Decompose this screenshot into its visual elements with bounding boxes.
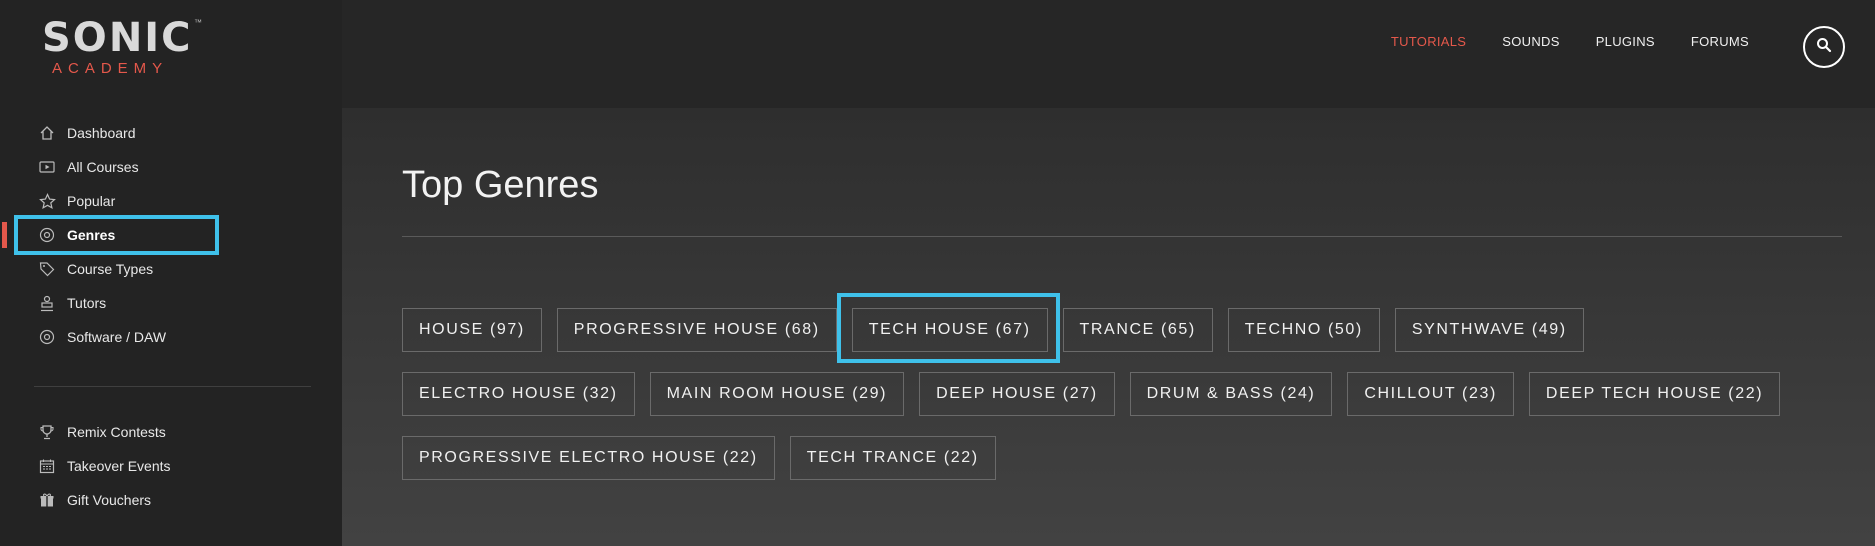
sidebar-item-dashboard[interactable]: Dashboard bbox=[0, 116, 342, 150]
sidebar-item-popular[interactable]: Popular bbox=[0, 184, 342, 218]
sidebar-item-label: Gift Vouchers bbox=[67, 492, 152, 508]
nav-forums[interactable]: FORUMS bbox=[1691, 34, 1749, 49]
genre-tag-tech-house[interactable]: TECH HOUSE (67) bbox=[836, 293, 1060, 363]
nav-plugins[interactable]: PLUGINS bbox=[1596, 34, 1655, 49]
genre-row: ELECTRO HOUSE (32) MAIN ROOM HOUSE (29) … bbox=[402, 372, 1852, 416]
genre-tag-trance[interactable]: TRANCE (65) bbox=[1062, 308, 1213, 352]
sidebar-item-label: All Courses bbox=[67, 159, 139, 175]
title-divider bbox=[402, 236, 1842, 237]
sidebar-item-label: Popular bbox=[67, 193, 116, 209]
genre-tag-drum-and-bass[interactable]: DRUM & BASS (24) bbox=[1129, 372, 1333, 416]
genre-tag-synthwave[interactable]: SYNTHWAVE (49) bbox=[1394, 308, 1584, 352]
top-nav: TUTORIALS SOUNDS PLUGINS FORUMS bbox=[1355, 34, 1749, 49]
sidebar-item-all-courses[interactable]: All Courses bbox=[0, 150, 342, 184]
sidebar-item-tutors[interactable]: Tutors bbox=[0, 286, 342, 320]
sidebar-divider bbox=[34, 386, 311, 387]
sidebar-item-takeover-events[interactable]: Takeover Events bbox=[0, 449, 342, 483]
sidebar-item-label: Software / DAW bbox=[67, 329, 167, 345]
logo-sub-text: ACADEMY bbox=[52, 60, 169, 77]
genre-tag-progressive-house[interactable]: PROGRESSIVE HOUSE (68) bbox=[556, 308, 837, 352]
sidebar-item-software-daw[interactable]: Software / DAW bbox=[0, 320, 342, 354]
calendar-icon bbox=[38, 457, 56, 475]
sidebar-item-label: Takeover Events bbox=[67, 458, 171, 474]
disc-icon bbox=[38, 328, 56, 346]
sidebar-item-label: Course Types bbox=[67, 261, 154, 277]
tutor-icon bbox=[38, 294, 56, 312]
sidebar-item-label: Remix Contests bbox=[67, 424, 166, 440]
sidebar-secondary-nav: Remix Contests Takeover Events Gift Vouc… bbox=[0, 415, 342, 517]
genre-tag-main-room-house[interactable]: MAIN ROOM HOUSE (29) bbox=[649, 372, 905, 416]
genre-tag-deep-house[interactable]: DEEP HOUSE (27) bbox=[919, 372, 1115, 416]
logo-trademark: ™ bbox=[194, 18, 202, 27]
genre-tag-house[interactable]: HOUSE (97) bbox=[402, 308, 542, 352]
trophy-icon bbox=[38, 423, 56, 441]
genre-row: HOUSE (97) PROGRESSIVE HOUSE (68) TECH H… bbox=[402, 293, 1852, 363]
logo-main-text: SONIC bbox=[42, 15, 193, 61]
sidebar-item-gift-vouchers[interactable]: Gift Vouchers bbox=[0, 483, 342, 517]
main-content: Top Genres HOUSE (97) PROGRESSIVE HOUSE … bbox=[342, 108, 1875, 546]
nav-sounds[interactable]: SOUNDS bbox=[1502, 34, 1559, 49]
tag-icon bbox=[38, 260, 56, 278]
genre-tag-deep-tech-house[interactable]: DEEP TECH HOUSE (22) bbox=[1528, 372, 1781, 416]
sidebar: SONIC ™ ACADEMY Dashboard All Courses Po… bbox=[0, 0, 342, 546]
sidebar-item-label: Tutors bbox=[67, 295, 107, 311]
sidebar-item-label: Dashboard bbox=[67, 125, 136, 141]
sidebar-item-course-types[interactable]: Course Types bbox=[0, 252, 342, 286]
genre-row: PROGRESSIVE ELECTRO HOUSE (22) TECH TRAN… bbox=[402, 436, 1852, 480]
page-title: Top Genres bbox=[402, 164, 599, 206]
genre-tag-progressive-electro-house[interactable]: PROGRESSIVE ELECTRO HOUSE (22) bbox=[402, 436, 775, 480]
search-button[interactable] bbox=[1803, 26, 1845, 68]
search-icon bbox=[1816, 37, 1832, 58]
genre-tag-techno[interactable]: TECHNO (50) bbox=[1227, 308, 1380, 352]
gift-icon bbox=[38, 491, 56, 509]
genre-tag-electro-house[interactable]: ELECTRO HOUSE (32) bbox=[402, 372, 635, 416]
sidebar-item-remix-contests[interactable]: Remix Contests bbox=[0, 415, 342, 449]
star-icon bbox=[38, 192, 56, 210]
top-header: TUTORIALS SOUNDS PLUGINS FORUMS bbox=[342, 0, 1875, 108]
home-icon bbox=[38, 124, 56, 142]
genre-tags: HOUSE (97) PROGRESSIVE HOUSE (68) TECH H… bbox=[402, 293, 1852, 500]
genre-tag-tech-trance[interactable]: TECH TRANCE (22) bbox=[789, 436, 996, 480]
sonic-academy-logo[interactable]: SONIC ™ ACADEMY bbox=[42, 18, 202, 78]
play-box-icon bbox=[38, 158, 56, 176]
nav-tutorials[interactable]: TUTORIALS bbox=[1391, 34, 1466, 49]
genres-highlight-box bbox=[14, 215, 219, 255]
genre-tag-chillout[interactable]: CHILLOUT (23) bbox=[1347, 372, 1514, 416]
